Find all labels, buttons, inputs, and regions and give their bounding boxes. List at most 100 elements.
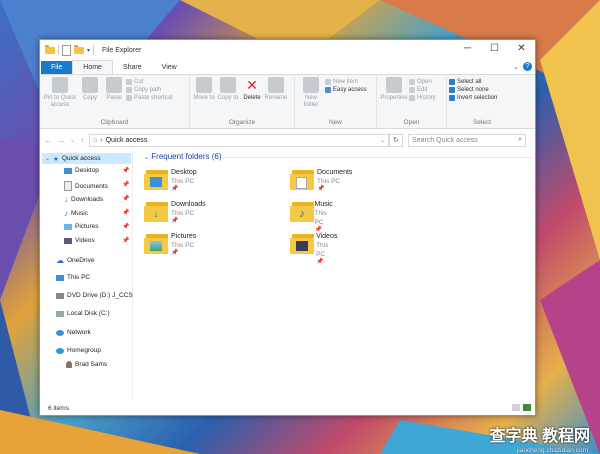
help-icon[interactable]: ?	[523, 62, 532, 71]
maximize-button[interactable]: ☐	[481, 40, 508, 60]
invert-selection-label: Invert selection	[457, 95, 498, 101]
nav-quick-access[interactable]: ⌄ ★ Quick access	[42, 153, 131, 164]
status-bar: 6 items	[40, 401, 535, 415]
window-controls: ─ ☐ ✕	[454, 40, 535, 60]
chevron-down-icon[interactable]: ⌄	[380, 137, 385, 144]
music-folder-icon: ♪	[290, 200, 314, 224]
nav-documents[interactable]: Documents	[64, 181, 108, 191]
history-button[interactable]: History	[409, 95, 436, 101]
copy-to-label: Copy to	[217, 95, 239, 101]
invert-selection-button[interactable]: Invert selection	[449, 95, 497, 101]
nav-this-pc[interactable]: This PC	[56, 274, 90, 281]
open-button[interactable]: Open	[409, 79, 436, 85]
pictures-folder-icon	[144, 232, 168, 256]
nav-pictures[interactable]: Pictures	[64, 223, 98, 230]
back-arrow-icon[interactable]: ←	[44, 136, 52, 145]
folder-tile[interactable]: Pictures This PC 📌	[144, 232, 196, 257]
nav-videos[interactable]: Videos	[64, 237, 95, 244]
home-icon: ⌂	[93, 136, 98, 144]
pin-to-quick-access-button[interactable]: Pin to Quick access	[42, 77, 78, 109]
move-to-label: Move to	[193, 95, 215, 101]
easy-access-label: Easy access	[333, 87, 367, 93]
forward-arrow-icon[interactable]: →	[57, 136, 65, 145]
pin-icon	[52, 77, 68, 93]
nav-downloads[interactable]: ↓ Downloads	[64, 195, 103, 204]
chevron-down-icon[interactable]: ⌄	[513, 63, 519, 71]
folder-tile[interactable]: Desktop This PC 📌	[144, 168, 197, 193]
history-label: History	[417, 95, 436, 101]
new-item-button[interactable]: New item	[325, 79, 367, 85]
select-all-label: Select all	[457, 79, 482, 85]
new-folder-label: New folder	[303, 95, 319, 108]
paste-shortcut-icon	[126, 95, 132, 101]
chevron-down-icon: ⌄	[144, 155, 150, 161]
nav-homegroup[interactable]: Homegroup	[56, 347, 101, 354]
new-folder-button[interactable]: New folder	[297, 77, 325, 109]
move-to-button[interactable]: Move to	[192, 77, 216, 102]
nav-local-disk[interactable]: Local Disk (C:)	[56, 310, 110, 317]
easy-access-button[interactable]: Easy access	[325, 87, 367, 93]
chevron-down-icon[interactable]: ▾	[87, 47, 90, 54]
nav-user[interactable]: Brad Sams	[66, 361, 107, 368]
copy-to-button[interactable]: Copy to	[216, 77, 240, 102]
cut-button[interactable]: Cut	[126, 79, 172, 85]
chevron-right-icon: ›	[100, 136, 103, 144]
move-to-icon	[196, 77, 212, 93]
details-view-icon[interactable]	[512, 404, 520, 411]
separator	[93, 45, 95, 55]
folder-icon	[45, 44, 55, 54]
minimize-button[interactable]: ─	[454, 40, 481, 60]
desktop-folder-icon	[144, 168, 168, 192]
delete-button[interactable]: ✕ Delete	[240, 77, 264, 102]
address-input[interactable]: ⌂ › Quick access ⌄	[89, 133, 390, 147]
select-none-button[interactable]: Select none	[449, 87, 497, 93]
tab-home[interactable]: Home	[72, 60, 113, 74]
properties-icon[interactable]	[62, 44, 71, 56]
copy-path-icon	[126, 87, 132, 93]
close-button[interactable]: ✕	[508, 40, 535, 60]
copy-label: Copy	[82, 95, 97, 101]
videos-icon	[64, 237, 72, 244]
copy-path-button[interactable]: Copy path	[126, 87, 172, 93]
clipboard-group: Pin to Quick access Copy Paste Cut Copy …	[40, 75, 190, 128]
new-item-icon	[325, 79, 331, 85]
search-icon: ⌕	[518, 136, 523, 143]
invert-selection-icon	[449, 95, 455, 101]
refresh-button[interactable]: ↻	[389, 133, 404, 147]
folder-tile[interactable]: ↓ Downloads This PC 📌	[144, 200, 206, 225]
tab-file[interactable]: File	[41, 61, 73, 74]
rename-button[interactable]: Rename	[264, 77, 288, 102]
nav-label: Brad Sams	[75, 361, 108, 368]
recent-locations-icon[interactable]: ⌄	[70, 137, 75, 144]
up-arrow-icon[interactable]: ↑	[80, 136, 84, 145]
nav-music[interactable]: ♪ Music	[64, 209, 88, 218]
tab-share[interactable]: Share	[113, 61, 152, 74]
pin-icon: 📌	[122, 196, 130, 202]
folder-tile[interactable]: Videos This PC 📌	[290, 232, 338, 266]
nav-network[interactable]: Network	[56, 329, 91, 336]
properties-button[interactable]: Properties	[379, 77, 409, 102]
paste-shortcut-button[interactable]: Paste shortcut	[126, 95, 172, 101]
file-explorer-window: ▾ File Explorer ─ ☐ ✕ File Home Share Vi…	[39, 39, 536, 416]
documents-icon	[64, 181, 72, 191]
delete-x-icon: ✕	[246, 77, 258, 93]
copy-button[interactable]: Copy	[78, 77, 102, 102]
new-folder-icon[interactable]	[74, 44, 84, 54]
section-header[interactable]: ⌄ Frequent folders (6)	[144, 152, 222, 161]
folder-tile[interactable]: ♪ Music This PC 📌	[290, 200, 335, 234]
open-icon	[409, 79, 415, 85]
nav-onedrive[interactable]: ☁ OneDrive	[56, 256, 94, 265]
nav-dvd-drive[interactable]: DVD Drive (D:) J_CCS	[56, 292, 133, 299]
edit-label: Edit	[417, 87, 428, 93]
select-all-button[interactable]: Select all	[449, 79, 497, 85]
search-input[interactable]: Search Quick access ⌕	[408, 133, 527, 147]
folder-tile[interactable]: Documents This PC 📌	[290, 168, 352, 193]
edit-button[interactable]: Edit	[409, 87, 436, 93]
paste-button[interactable]: Paste	[102, 77, 126, 102]
tab-view[interactable]: View	[152, 61, 187, 74]
nav-desktop[interactable]: Desktop	[64, 167, 99, 174]
nav-label: Desktop	[75, 167, 99, 174]
open-group: Properties Open Edit History Open	[377, 75, 447, 128]
address-path: Quick access	[105, 136, 148, 144]
large-icons-view-icon[interactable]	[523, 404, 531, 411]
